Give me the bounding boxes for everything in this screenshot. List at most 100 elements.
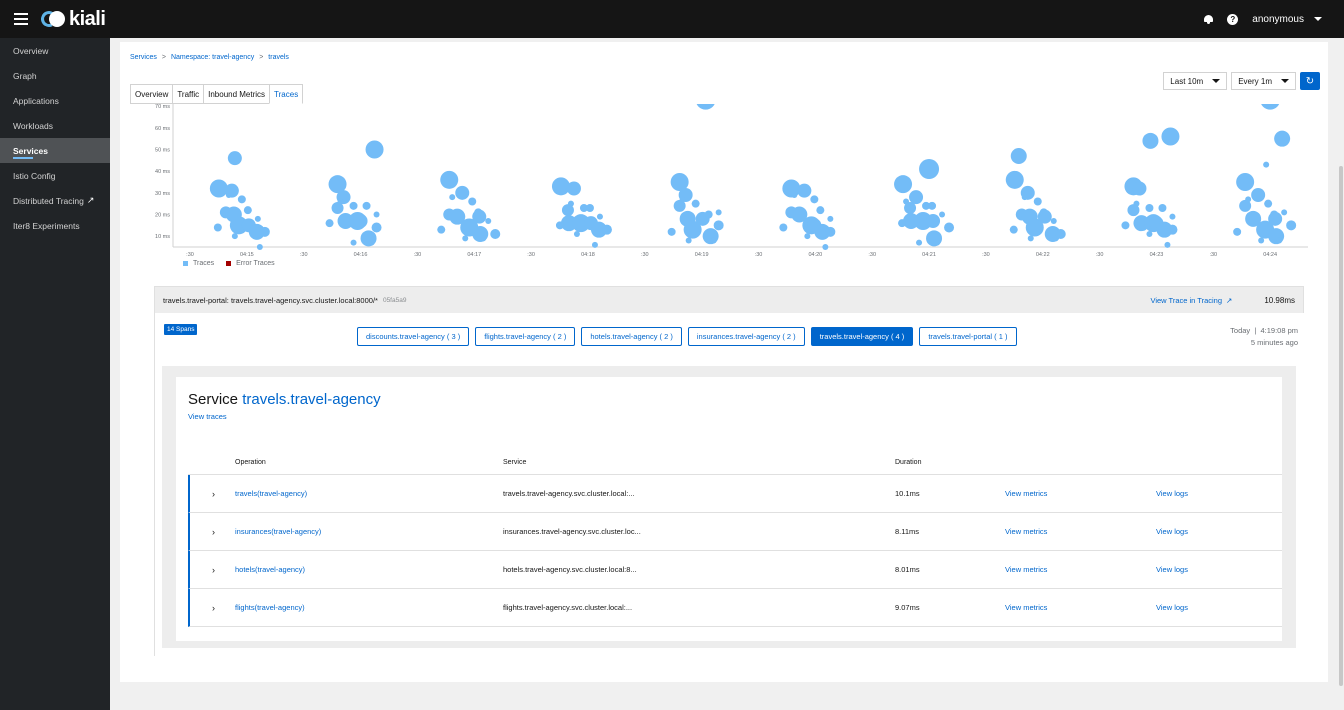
trace-point[interactable]	[695, 89, 716, 110]
sidebar-item-services[interactable]: Services	[0, 138, 110, 163]
trace-point[interactable]	[1121, 221, 1130, 230]
trace-point[interactable]	[468, 197, 477, 206]
trace-point[interactable]	[237, 195, 246, 204]
trace-point[interactable]	[596, 213, 603, 220]
trace-point[interactable]	[1276, 237, 1283, 244]
trace-point[interactable]	[1274, 130, 1291, 147]
trace-point[interactable]	[373, 211, 380, 218]
view-logs-link[interactable]: View logs	[1156, 565, 1276, 574]
trace-point[interactable]	[1258, 237, 1265, 244]
trace-point[interactable]	[944, 222, 955, 233]
trace-point[interactable]	[1133, 200, 1140, 207]
trace-point[interactable]	[928, 201, 937, 210]
trace-point[interactable]	[1146, 231, 1153, 237]
breadcrumb-services[interactable]: Services	[130, 54, 157, 61]
trace-point[interactable]	[919, 159, 940, 179]
page-scrollbar[interactable]	[1338, 38, 1344, 710]
trace-point[interactable]	[227, 151, 242, 166]
trace-point[interactable]	[1270, 210, 1279, 219]
trace-point[interactable]	[567, 200, 574, 207]
trace-point[interactable]	[679, 196, 686, 203]
operation-link[interactable]: insurances(travel-agency)	[235, 527, 503, 536]
trace-point[interactable]	[903, 198, 910, 205]
trace-point[interactable]	[898, 219, 907, 228]
trace-point[interactable]	[362, 201, 371, 210]
sidebar-item-applications[interactable]: Applications	[0, 88, 110, 113]
trace-point[interactable]	[1010, 148, 1027, 164]
trace-point[interactable]	[1260, 89, 1281, 110]
trace-point[interactable]	[449, 194, 456, 201]
trace-point[interactable]	[437, 225, 446, 234]
refresh-button[interactable]: ↻	[1300, 72, 1320, 90]
trace-point[interactable]	[791, 192, 798, 198]
expand-row-icon[interactable]: ›	[190, 565, 235, 575]
trace-point[interactable]	[462, 235, 469, 242]
view-traces-link[interactable]: View traces	[188, 412, 227, 421]
trace-point[interactable]	[804, 233, 811, 240]
trace-point[interactable]	[349, 201, 358, 210]
trace-point[interactable]	[825, 226, 836, 237]
trace-point[interactable]	[1055, 229, 1066, 239]
trace-point[interactable]	[822, 244, 829, 250]
view-metrics-link[interactable]: View metrics	[1005, 527, 1156, 536]
trace-point[interactable]	[1021, 194, 1028, 201]
span-button-discounts[interactable]: discounts.travel-agency ( 3 )	[357, 327, 470, 346]
trace-point[interactable]	[601, 224, 612, 235]
view-metrics-link[interactable]: View metrics	[1005, 603, 1156, 612]
trace-point[interactable]	[1281, 209, 1288, 216]
trace-point[interactable]	[256, 244, 263, 250]
trace-point[interactable]	[1033, 197, 1042, 206]
legend-item-error-traces[interactable]: Error Traces	[226, 260, 275, 267]
view-logs-link[interactable]: View logs	[1156, 489, 1276, 498]
view-logs-link[interactable]: View logs	[1156, 527, 1276, 536]
span-button-insurances[interactable]: insurances.travel-agency ( 2 )	[687, 327, 805, 346]
view-trace-in-tracing-link[interactable]: View Trace in Tracing ↗	[1150, 296, 1232, 305]
span-button-travels-agency[interactable]: travels.travel-agency ( 4 )	[810, 327, 914, 346]
trace-point[interactable]	[1009, 225, 1018, 234]
trace-point[interactable]	[371, 222, 382, 233]
help-icon[interactable]: ?	[1227, 13, 1239, 25]
trace-point[interactable]	[779, 223, 788, 232]
trace-point[interactable]	[1005, 170, 1024, 189]
span-button-travels-portal[interactable]: travels.travel-portal ( 1 )	[919, 327, 1017, 346]
operation-link[interactable]: flights(travel-agency)	[235, 603, 503, 612]
trace-point[interactable]	[909, 190, 924, 205]
expand-row-icon[interactable]: ›	[190, 489, 235, 499]
trace-point[interactable]	[337, 198, 344, 205]
service-name-link[interactable]: travels.travel-agency	[242, 391, 380, 408]
trace-point[interactable]	[1145, 204, 1154, 212]
view-metrics-link[interactable]: View metrics	[1005, 565, 1156, 574]
trace-point[interactable]	[243, 206, 252, 215]
trace-point[interactable]	[810, 195, 819, 204]
view-logs-link[interactable]: View logs	[1156, 603, 1276, 612]
sidebar-item-iter8-experiments[interactable]: Iter8 Experiments	[0, 213, 110, 238]
legend-item-traces[interactable]: Traces	[183, 260, 214, 267]
trace-point[interactable]	[704, 210, 713, 219]
operation-link[interactable]: hotels(travel-agency)	[235, 565, 503, 574]
trace-point[interactable]	[585, 204, 594, 212]
sidebar-item-workloads[interactable]: Workloads	[0, 113, 110, 138]
trace-point[interactable]	[353, 214, 368, 228]
tab-traces[interactable]: Traces	[269, 84, 304, 104]
trace-point[interactable]	[259, 226, 270, 237]
trace-point[interactable]	[213, 223, 222, 232]
trace-point[interactable]	[816, 206, 825, 215]
expand-row-icon[interactable]: ›	[190, 527, 235, 537]
breadcrumb-service[interactable]: travels	[268, 54, 289, 61]
trace-point[interactable]	[827, 215, 834, 222]
trace-point[interactable]	[713, 220, 724, 231]
trace-point[interactable]	[1264, 199, 1273, 208]
trace-point[interactable]	[691, 199, 700, 208]
trace-point[interactable]	[490, 229, 501, 239]
trace-point[interactable]	[1158, 204, 1167, 212]
trace-point[interactable]	[485, 218, 492, 224]
refresh-interval-select[interactable]: Every 1m	[1231, 72, 1296, 90]
trace-point[interactable]	[1251, 188, 1266, 202]
trace-point[interactable]	[551, 177, 570, 196]
trace-point[interactable]	[455, 185, 470, 200]
trace-point[interactable]	[797, 183, 812, 198]
trace-point[interactable]	[1142, 132, 1159, 149]
trace-point[interactable]	[209, 179, 228, 198]
trace-point[interactable]	[1245, 196, 1252, 203]
trace-point[interactable]	[1027, 235, 1034, 242]
